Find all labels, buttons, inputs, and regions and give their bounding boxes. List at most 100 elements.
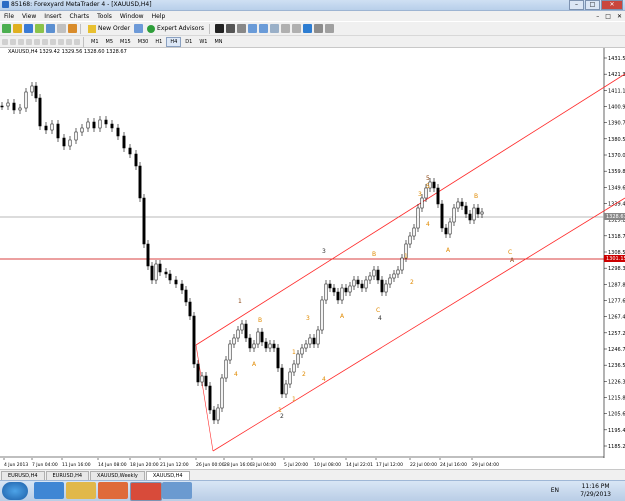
maximize-button[interactable]: □: [585, 0, 600, 10]
candle-body: [312, 337, 316, 345]
channel-icon[interactable]: [42, 38, 48, 45]
cursor-icon[interactable]: [2, 38, 8, 45]
indicators-icon[interactable]: [303, 24, 313, 33]
terminal-icon[interactable]: [57, 24, 66, 33]
taskbar: EN 11:16 PM 7/29/2013: [0, 480, 625, 501]
candle-body: [224, 359, 228, 379]
metaeditor-icon[interactable]: [134, 24, 144, 33]
time-tick-label: 28 Jun 16:00: [224, 462, 253, 468]
menu-tools[interactable]: Tools: [93, 13, 116, 20]
toolbar-separator: [83, 36, 84, 47]
metatrader-icon[interactable]: [130, 482, 162, 501]
strategy-tester-icon[interactable]: [68, 24, 77, 33]
wave-label: 4: [322, 376, 326, 383]
timeframe-m30[interactable]: M30: [135, 38, 152, 46]
templates-icon[interactable]: [325, 24, 335, 33]
price-tick-label: 1349.60: [608, 185, 625, 191]
media-player-icon[interactable]: [98, 482, 128, 499]
chart-shift-icon[interactable]: [292, 24, 302, 33]
timeframe-m1[interactable]: M1: [88, 38, 102, 46]
data-window-icon[interactable]: [35, 24, 44, 33]
candle-body: [372, 269, 376, 277]
new-chart-icon[interactable]: [2, 24, 11, 33]
wave-label: A: [340, 313, 345, 320]
fibonacci-icon[interactable]: [50, 38, 56, 45]
candle-body: [412, 227, 416, 237]
chrome-icon[interactable]: [162, 482, 192, 499]
market-watch-icon[interactable]: [24, 24, 33, 33]
zoom-in-icon[interactable]: [248, 24, 258, 33]
label-icon[interactable]: [66, 38, 72, 45]
candle-body: [328, 283, 332, 289]
channel-upper-line: [195, 73, 625, 346]
time-tick-label: 11 Jun 16:00: [62, 462, 91, 468]
timeframe-w1[interactable]: W1: [196, 38, 210, 46]
zoom-out-icon[interactable]: [259, 24, 269, 33]
menu-file[interactable]: File: [0, 13, 18, 20]
trendline-icon[interactable]: [34, 38, 40, 45]
candle-body: [400, 257, 404, 271]
candle-body: [456, 201, 460, 209]
menu-insert[interactable]: Insert: [40, 13, 65, 20]
explorer-icon[interactable]: [66, 482, 96, 499]
periods-icon[interactable]: [314, 24, 324, 33]
bar-chart-icon[interactable]: [215, 24, 225, 33]
timeframe-h1[interactable]: H1: [152, 38, 165, 46]
ie-icon[interactable]: [34, 482, 64, 499]
new-order-button[interactable]: New Order: [86, 24, 132, 34]
chart-tab[interactable]: EURUSD,H4: [45, 471, 90, 480]
text-icon[interactable]: [58, 38, 64, 45]
clock[interactable]: 11:16 PM 7/29/2013: [580, 483, 611, 499]
candle-body: [380, 279, 384, 293]
menu-charts[interactable]: Charts: [66, 13, 94, 20]
wave-label: 3: [418, 191, 422, 198]
timeframe-d1[interactable]: D1: [182, 38, 195, 46]
chart-tab-active[interactable]: XAUUSD,H4: [145, 471, 190, 480]
timeframe-m15[interactable]: M15: [117, 38, 134, 46]
time-tick-label: 7 Jun 04:00: [32, 462, 58, 468]
navigator-icon[interactable]: [46, 24, 55, 33]
price-chart[interactable]: 1431.501421.301411.101400.901390.701380.…: [0, 48, 625, 458]
menu-window[interactable]: Window: [116, 13, 148, 20]
candle-body: [216, 407, 220, 421]
minimize-button[interactable]: –: [569, 0, 584, 10]
mdi-close-button[interactable]: ✕: [614, 13, 625, 20]
menu-view[interactable]: View: [18, 13, 40, 20]
mdi-restore-button[interactable]: □: [602, 13, 614, 20]
timeframe-mn[interactable]: MN: [211, 38, 225, 46]
time-tick-label: 17 Jul 12:00: [376, 462, 403, 468]
horizontal-line-icon[interactable]: [26, 38, 32, 45]
candlestick-icon[interactable]: [226, 24, 236, 33]
new-order-icon: [88, 24, 96, 33]
chart-tab[interactable]: EURUSD,H4: [1, 471, 45, 480]
expert-advisors-button[interactable]: Expert Advisors: [145, 24, 206, 34]
title-bar: 85168: Forexyard MetaTrader 4 - [XAUUSD,…: [0, 0, 625, 11]
candle-body: [476, 207, 480, 215]
crosshair-icon[interactable]: [10, 38, 16, 45]
candle-body: [296, 353, 300, 365]
chart-tab[interactable]: XAUUSD,Weekly: [90, 471, 145, 480]
candle-body: [174, 279, 178, 285]
window-controls: – □ ✕: [568, 0, 623, 10]
chart-area[interactable]: XAUUSD,H4 1329.42 1329.56 1328.60 1328.6…: [0, 48, 625, 458]
timeframe-m5[interactable]: M5: [103, 38, 117, 46]
candle-body: [6, 102, 10, 107]
price-tick-label: 1380.50: [608, 137, 625, 143]
candle-body: [436, 187, 440, 205]
autoscroll-icon[interactable]: [281, 24, 291, 33]
start-button[interactable]: [2, 482, 28, 500]
arrows-icon[interactable]: [74, 38, 80, 45]
candle-body: [142, 197, 146, 245]
candle-body: [38, 97, 42, 127]
close-button[interactable]: ✕: [601, 0, 623, 10]
timeframe-h4[interactable]: H4: [166, 36, 182, 47]
menu-help[interactable]: Help: [148, 13, 170, 20]
mdi-minimize-button[interactable]: –: [593, 13, 602, 20]
candle-body: [68, 139, 72, 147]
line-chart-icon[interactable]: [237, 24, 247, 33]
vertical-line-icon[interactable]: [18, 38, 24, 45]
tile-windows-icon[interactable]: [270, 24, 280, 33]
profiles-icon[interactable]: [13, 24, 22, 33]
candle-body: [440, 203, 444, 229]
language-indicator[interactable]: EN: [551, 487, 559, 494]
